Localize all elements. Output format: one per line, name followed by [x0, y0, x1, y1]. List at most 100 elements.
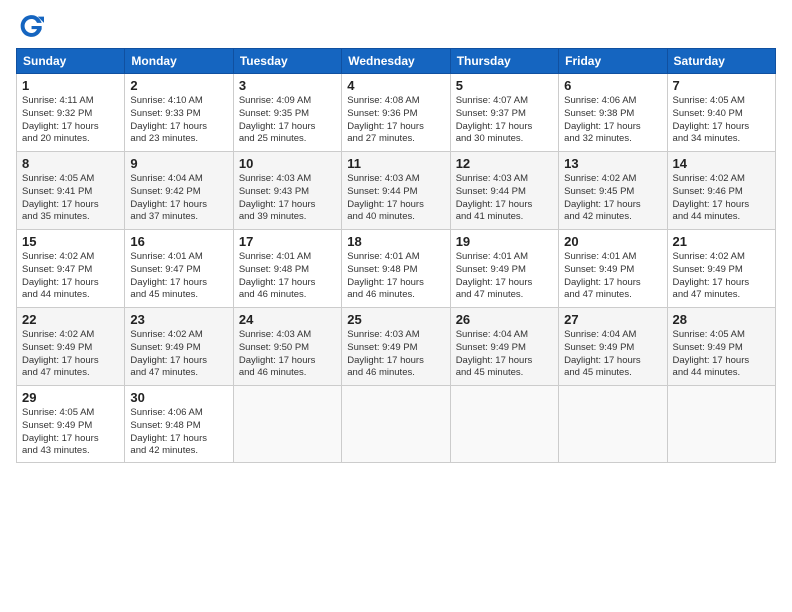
day-cell: 27Sunrise: 4:04 AM Sunset: 9:49 PM Dayli…: [559, 308, 667, 386]
day-number: 27: [564, 312, 661, 327]
day-info: Sunrise: 4:05 AM Sunset: 9:49 PM Dayligh…: [22, 407, 119, 458]
day-number: 3: [239, 78, 336, 93]
day-number: 30: [130, 390, 227, 405]
weekday-friday: Friday: [559, 49, 667, 74]
day-cell: 24 Sunrise: 4:03 AM Sunset: 9:50 PM Dayli…: [233, 308, 341, 386]
day-info: Sunrise: 4:02 AM Sunset: 9:45 PM Dayligh…: [564, 173, 661, 224]
day-number: 16: [130, 234, 227, 249]
day-cell: 4 Sunrise: 4:08 AM Sunset: 9:36 PM Daylig…: [342, 74, 450, 152]
day-cell: 10 Sunrise: 4:03 AM Sunset: 9:43 PM Dayli…: [233, 152, 341, 230]
day-cell: 22 Sunrise: 4:02 AM Sunset: 9:49 PM Dayli…: [17, 308, 125, 386]
day-info: Sunrise: 4:05 AM Sunset: 9:40 PM Dayligh…: [673, 95, 770, 146]
day-number: 9: [130, 156, 227, 171]
day-info: Sunrise: 4:03 AM Sunset: 9:49 PM Dayligh…: [347, 329, 444, 380]
day-cell: [342, 386, 450, 463]
day-info: Sunrise: 4:09 AM Sunset: 9:35 PM Dayligh…: [239, 95, 336, 146]
day-cell: [233, 386, 341, 463]
day-cell: 6 Sunrise: 4:06 AM Sunset: 9:38 PM Daylig…: [559, 74, 667, 152]
day-number: 11: [347, 156, 444, 171]
day-number: 2: [130, 78, 227, 93]
day-cell: 21 Sunrise: 4:02 AM Sunset: 9:49 PM Dayli…: [667, 230, 775, 308]
day-number: 4: [347, 78, 444, 93]
day-info: Sunrise: 4:01 AM Sunset: 9:49 PM Dayligh…: [456, 251, 553, 302]
day-info: Sunrise: 4:06 AM Sunset: 9:48 PM Dayligh…: [130, 407, 227, 458]
week-row-3: 15 Sunrise: 4:02 AM Sunset: 9:47 PM Dayli…: [17, 230, 776, 308]
day-number: 28: [673, 312, 770, 327]
day-cell: 29 Sunrise: 4:05 AM Sunset: 9:49 PM Dayli…: [17, 386, 125, 463]
day-info: Sunrise: 4:03 AM Sunset: 9:43 PM Dayligh…: [239, 173, 336, 224]
day-cell: 2 Sunrise: 4:10 AM Sunset: 9:33 PM Daylig…: [125, 74, 233, 152]
day-cell: 15 Sunrise: 4:02 AM Sunset: 9:47 PM Dayli…: [17, 230, 125, 308]
day-info: Sunrise: 4:01 AM Sunset: 9:48 PM Dayligh…: [347, 251, 444, 302]
day-cell: 13 Sunrise: 4:02 AM Sunset: 9:45 PM Dayli…: [559, 152, 667, 230]
day-number: 21: [673, 234, 770, 249]
day-number: 10: [239, 156, 336, 171]
day-info: Sunrise: 4:06 AM Sunset: 9:38 PM Dayligh…: [564, 95, 661, 146]
weekday-tuesday: Tuesday: [233, 49, 341, 74]
day-number: 1: [22, 78, 119, 93]
day-cell: 14Sunrise: 4:02 AM Sunset: 9:46 PM Dayli…: [667, 152, 775, 230]
day-number: 20: [564, 234, 661, 249]
day-info: Sunrise: 4:10 AM Sunset: 9:33 PM Dayligh…: [130, 95, 227, 146]
week-row-2: 8 Sunrise: 4:05 AM Sunset: 9:41 PM Daylig…: [17, 152, 776, 230]
day-info: Sunrise: 4:08 AM Sunset: 9:36 PM Dayligh…: [347, 95, 444, 146]
day-cell: 9 Sunrise: 4:04 AM Sunset: 9:42 PM Daylig…: [125, 152, 233, 230]
day-info: Sunrise: 4:01 AM Sunset: 9:49 PM Dayligh…: [564, 251, 661, 302]
week-row-4: 22 Sunrise: 4:02 AM Sunset: 9:49 PM Dayli…: [17, 308, 776, 386]
day-cell: [667, 386, 775, 463]
weekday-header-row: SundayMondayTuesdayWednesdayThursdayFrid…: [17, 49, 776, 74]
day-info: Sunrise: 4:03 AM Sunset: 9:50 PM Dayligh…: [239, 329, 336, 380]
day-info: Sunrise: 4:02 AM Sunset: 9:49 PM Dayligh…: [130, 329, 227, 380]
day-cell: 17 Sunrise: 4:01 AM Sunset: 9:48 PM Dayli…: [233, 230, 341, 308]
day-cell: 25 Sunrise: 4:03 AM Sunset: 9:49 PM Dayli…: [342, 308, 450, 386]
day-info: Sunrise: 4:04 AM Sunset: 9:42 PM Dayligh…: [130, 173, 227, 224]
day-info: Sunrise: 4:05 AM Sunset: 9:41 PM Dayligh…: [22, 173, 119, 224]
day-number: 12: [456, 156, 553, 171]
day-info: Sunrise: 4:02 AM Sunset: 9:46 PM Dayligh…: [673, 173, 770, 224]
day-cell: 5 Sunrise: 4:07 AM Sunset: 9:37 PM Daylig…: [450, 74, 558, 152]
day-info: Sunrise: 4:02 AM Sunset: 9:49 PM Dayligh…: [673, 251, 770, 302]
day-number: 18: [347, 234, 444, 249]
day-number: 29: [22, 390, 119, 405]
day-cell: 18 Sunrise: 4:01 AM Sunset: 9:48 PM Dayli…: [342, 230, 450, 308]
day-cell: 19 Sunrise: 4:01 AM Sunset: 9:49 PM Dayli…: [450, 230, 558, 308]
day-number: 23: [130, 312, 227, 327]
day-cell: 30 Sunrise: 4:06 AM Sunset: 9:48 PM Dayli…: [125, 386, 233, 463]
day-cell: 11 Sunrise: 4:03 AM Sunset: 9:44 PM Dayli…: [342, 152, 450, 230]
day-info: Sunrise: 4:02 AM Sunset: 9:47 PM Dayligh…: [22, 251, 119, 302]
day-info: Sunrise: 4:11 AM Sunset: 9:32 PM Dayligh…: [22, 95, 119, 146]
header: [16, 12, 776, 40]
day-cell: 28 Sunrise: 4:05 AM Sunset: 9:49 PM Dayli…: [667, 308, 775, 386]
day-info: Sunrise: 4:03 AM Sunset: 9:44 PM Dayligh…: [347, 173, 444, 224]
day-info: Sunrise: 4:05 AM Sunset: 9:49 PM Dayligh…: [673, 329, 770, 380]
day-cell: [559, 386, 667, 463]
day-number: 7: [673, 78, 770, 93]
day-info: Sunrise: 4:01 AM Sunset: 9:48 PM Dayligh…: [239, 251, 336, 302]
weekday-sunday: Sunday: [17, 49, 125, 74]
weekday-monday: Monday: [125, 49, 233, 74]
week-row-5: 29 Sunrise: 4:05 AM Sunset: 9:49 PM Dayli…: [17, 386, 776, 463]
week-row-1: 1 Sunrise: 4:11 AM Sunset: 9:32 PM Daylig…: [17, 74, 776, 152]
day-number: 15: [22, 234, 119, 249]
logo-icon: [16, 12, 44, 40]
page: SundayMondayTuesdayWednesdayThursdayFrid…: [0, 0, 792, 612]
day-number: 13: [564, 156, 661, 171]
day-info: Sunrise: 4:07 AM Sunset: 9:37 PM Dayligh…: [456, 95, 553, 146]
day-cell: 7 Sunrise: 4:05 AM Sunset: 9:40 PM Daylig…: [667, 74, 775, 152]
day-cell: [450, 386, 558, 463]
day-number: 22: [22, 312, 119, 327]
day-info: Sunrise: 4:04 AM Sunset: 9:49 PM Dayligh…: [456, 329, 553, 380]
day-number: 25: [347, 312, 444, 327]
day-number: 19: [456, 234, 553, 249]
day-info: Sunrise: 4:01 AM Sunset: 9:47 PM Dayligh…: [130, 251, 227, 302]
day-number: 24: [239, 312, 336, 327]
day-number: 8: [22, 156, 119, 171]
day-number: 6: [564, 78, 661, 93]
weekday-wednesday: Wednesday: [342, 49, 450, 74]
day-number: 17: [239, 234, 336, 249]
day-cell: 16 Sunrise: 4:01 AM Sunset: 9:47 PM Dayli…: [125, 230, 233, 308]
day-number: 5: [456, 78, 553, 93]
day-cell: 23 Sunrise: 4:02 AM Sunset: 9:49 PM Dayli…: [125, 308, 233, 386]
day-cell: 26Sunrise: 4:04 AM Sunset: 9:49 PM Dayli…: [450, 308, 558, 386]
day-info: Sunrise: 4:02 AM Sunset: 9:49 PM Dayligh…: [22, 329, 119, 380]
